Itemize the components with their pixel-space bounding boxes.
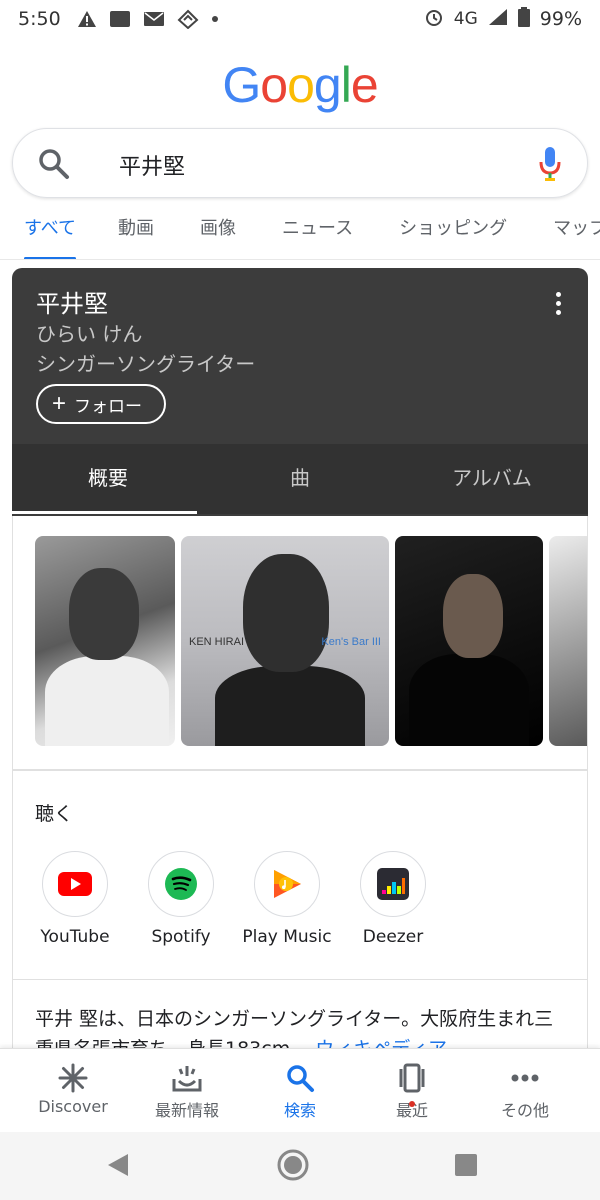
artist-photo[interactable] xyxy=(395,536,543,746)
sync-icon xyxy=(177,9,199,29)
plus-icon: + xyxy=(52,390,67,417)
more-options-icon[interactable] xyxy=(556,292,562,319)
entity-name: 平井堅 xyxy=(36,290,108,318)
nav-label: その他 xyxy=(500,1101,549,1120)
nav-updates[interactable]: 最新情報 xyxy=(132,1061,242,1121)
subtab-albums[interactable]: アルバム xyxy=(396,444,588,514)
entity-type: シンガーソングライター xyxy=(36,352,256,376)
google-logo: Google xyxy=(0,56,600,114)
pass-app-icon xyxy=(109,10,131,28)
recent-cards-icon xyxy=(357,1061,467,1095)
youtube-icon xyxy=(42,851,108,917)
image-carousel: KEN HIRAI Ken's Bar III xyxy=(12,516,588,770)
tab-images[interactable]: 画像 xyxy=(200,212,236,259)
tab-all[interactable]: すべて xyxy=(24,212,77,259)
follow-label: フォロー xyxy=(74,396,143,416)
artist-photo[interactable] xyxy=(549,536,587,746)
nav-label: 最新情報 xyxy=(154,1101,219,1120)
service-spotify[interactable]: Spotify xyxy=(131,851,231,947)
tab-shopping[interactable]: ショッピング xyxy=(399,212,507,259)
album-cover-photo[interactable]: KEN HIRAI Ken's Bar III xyxy=(181,536,389,746)
search-tabs: すべて 動画 画像 ニュース ショッピング マップ xyxy=(0,212,600,260)
play-music-icon xyxy=(254,851,320,917)
battery-icon xyxy=(517,6,530,32)
mail-icon xyxy=(143,10,165,28)
logo-letter: o xyxy=(260,57,288,113)
deezer-icon xyxy=(360,851,426,917)
nav-label: 検索 xyxy=(283,1101,316,1120)
subtab-songs[interactable]: 曲 xyxy=(204,444,396,514)
nav-label: Discover xyxy=(38,1097,108,1116)
service-label: YouTube xyxy=(40,927,110,947)
album-title-text: Ken's Bar III xyxy=(321,636,381,648)
knowledge-panel: 平井堅 ひらい けん シンガーソングライター + フォロー 概要 曲 アルバム xyxy=(12,268,588,516)
search-icon xyxy=(245,1061,355,1095)
home-icon[interactable] xyxy=(276,1148,310,1186)
search-query[interactable]: 平井堅 xyxy=(119,149,185,181)
asterisk-icon xyxy=(18,1061,128,1095)
nav-recent[interactable]: 最近 xyxy=(357,1061,467,1121)
tab-maps[interactable]: マップ xyxy=(553,212,600,259)
system-navigation-bar xyxy=(0,1132,600,1200)
follow-button[interactable]: + フォロー xyxy=(36,384,166,424)
red-badge-dot xyxy=(409,1101,415,1107)
logo-letter: l xyxy=(340,57,352,113)
tab-news[interactable]: ニュース xyxy=(282,212,353,259)
network-type: 4G xyxy=(453,9,478,29)
listen-title: 聴く xyxy=(35,803,74,825)
nav-more[interactable]: その他 xyxy=(470,1061,580,1121)
updates-icon xyxy=(132,1061,242,1095)
service-label: Play Music xyxy=(242,927,332,947)
service-youtube[interactable]: YouTube xyxy=(25,851,125,947)
overview-icon[interactable] xyxy=(454,1153,478,1181)
nav-discover[interactable]: Discover xyxy=(18,1061,128,1116)
service-play-music[interactable]: Play Music xyxy=(237,851,337,947)
logo-letter: e xyxy=(350,57,379,113)
logo-letter: o xyxy=(287,57,315,113)
spotify-icon xyxy=(148,851,214,917)
logo-letter: G xyxy=(222,57,261,113)
microphone-icon[interactable] xyxy=(539,146,561,186)
album-artist-text: KEN HIRAI xyxy=(189,636,245,648)
back-icon[interactable] xyxy=(106,1152,130,1182)
service-deezer[interactable]: Deezer xyxy=(343,851,443,947)
search-box[interactable]: 平井堅 xyxy=(12,128,588,198)
entity-reading: ひらい けん xyxy=(36,322,143,346)
tab-videos[interactable]: 動画 xyxy=(118,212,154,259)
service-label: Deezer xyxy=(362,927,424,947)
logo-letter: g xyxy=(313,57,342,113)
listen-section: 聴く YouTube Spotify Play Music Deezer xyxy=(12,770,588,980)
panel-subtabs: 概要 曲 アルバム xyxy=(12,444,588,514)
battery-percent: 99% xyxy=(539,8,582,30)
bottom-navigation: Discover 最新情報 検索 最近 その他 xyxy=(0,1048,600,1132)
warning-icon xyxy=(77,10,97,28)
alarm-icon xyxy=(424,7,444,32)
status-bar: 5:50 4G 99% xyxy=(0,0,600,38)
nav-search[interactable]: 検索 xyxy=(245,1061,355,1121)
signal-icon xyxy=(488,8,508,31)
search-icon[interactable] xyxy=(37,147,71,185)
more-dots-icon xyxy=(470,1061,580,1095)
subtab-overview[interactable]: 概要 xyxy=(12,444,204,514)
service-label: Spotify xyxy=(151,927,211,947)
notification-dot-icon xyxy=(211,15,219,23)
artist-photo[interactable] xyxy=(35,536,175,746)
status-time: 5:50 xyxy=(18,8,61,30)
